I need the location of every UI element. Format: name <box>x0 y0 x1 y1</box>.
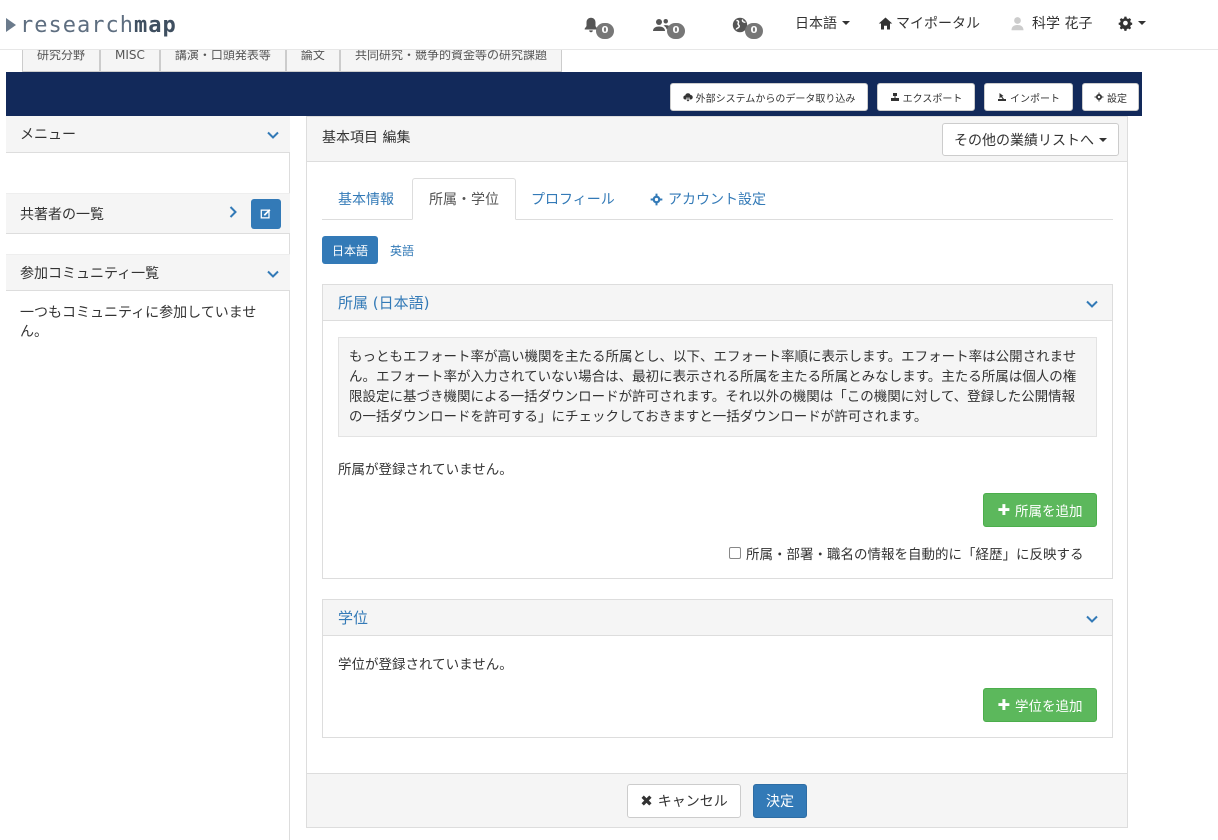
affiliation-panel-header[interactable]: 所属 (日本語) <box>323 285 1112 321</box>
section-tab-research-projects[interactable]: 共同研究・競争的資金等の研究課題 <box>339 50 562 72</box>
toolbar-settings-button[interactable]: 設定 <box>1082 83 1139 111</box>
sidebar-menu-title: メニュー <box>20 127 76 143</box>
tab-affiliation-degree[interactable]: 所属・学位 <box>412 178 516 220</box>
close-icon: ✖ <box>640 792 653 810</box>
settings-dropdown[interactable] <box>1118 13 1146 33</box>
degree-empty-text: 学位が登録されていません。 <box>338 657 513 673</box>
no-community-text: 一つもコミュニティに参加していません。 <box>20 305 257 340</box>
submit-button[interactable]: 決定 <box>753 784 807 818</box>
logo-triangle-icon <box>6 18 16 32</box>
caret-down-icon <box>1099 137 1107 142</box>
sidebar-communities-header[interactable]: 参加コミュニティ一覧 <box>6 254 290 291</box>
home-icon <box>878 17 893 29</box>
section-tab-misc[interactable]: MISC <box>100 50 160 72</box>
affiliation-note: もっともエフォート率が高い機関を主たる所属とし、以下、エフォート率順に表示します… <box>338 337 1097 437</box>
contacts-button[interactable]: 0 <box>653 12 685 39</box>
add-degree-button[interactable]: ✚ 学位を追加 <box>983 688 1097 722</box>
section-tab-papers[interactable]: 論文 <box>285 50 340 72</box>
contacts-badge: 0 <box>667 23 685 39</box>
left-sidebar: メニュー 共著者の一覧 参加コミュニティ一覧 一つもコミュニティに参加していませ… <box>6 116 290 840</box>
toolbar-settings-label: 設定 <box>1107 93 1127 105</box>
language-label: 日本語 <box>795 16 837 32</box>
chevron-down-icon <box>1086 615 1098 623</box>
cancel-label: キャンセル <box>657 794 728 810</box>
import-label: インポート <box>1010 93 1060 105</box>
caret-down-icon <box>1138 21 1146 25</box>
my-portal-link[interactable]: マイポータル <box>878 13 980 33</box>
degree-heading: 学位 <box>338 609 369 627</box>
edit-tabs: 基本情報 所属・学位 プロフィール アカウント設定 <box>322 178 1113 220</box>
add-degree-label: 学位を追加 <box>1015 699 1083 715</box>
sidebar-menu-header[interactable]: メニュー <box>6 116 290 153</box>
user-menu[interactable]: 科学 花子 <box>1010 13 1092 33</box>
import-button[interactable]: インポート <box>984 83 1073 111</box>
user-name: 科学 花子 <box>1032 16 1093 32</box>
export-button[interactable]: エクスポート <box>877 83 975 111</box>
cancel-button[interactable]: ✖ キャンセル <box>627 784 741 818</box>
section-tab-research-field[interactable]: 研究分野 <box>22 50 101 72</box>
chevron-down-icon <box>1086 300 1098 308</box>
logo-text-light: research <box>20 12 134 38</box>
my-portal-label: マイポータル <box>896 16 980 32</box>
plus-icon: ✚ <box>997 696 1011 714</box>
caret-down-icon <box>842 21 850 25</box>
page-title: 基本項目 編集 <box>322 130 411 146</box>
degree-panel-header[interactable]: 学位 <box>323 600 1112 636</box>
other-lists-label: その他の業績リストへ <box>954 132 1094 149</box>
sidebar-communities-title: 参加コミュニティ一覧 <box>20 265 160 282</box>
import-external-button[interactable]: 外部システムからのデータ取り込み <box>670 83 868 111</box>
lang-en-pill[interactable]: 英語 <box>384 236 420 264</box>
section-tab-presentations[interactable]: 講演・口頭発表等 <box>159 50 286 72</box>
tab-basic-info[interactable]: 基本情報 <box>322 178 410 220</box>
gear-icon <box>1094 92 1104 102</box>
tab-account-settings[interactable]: アカウント設定 <box>634 178 782 220</box>
edit-coauthors-button[interactable] <box>251 199 281 229</box>
cloud-download-icon <box>683 93 693 102</box>
section-tab-strip: 研究分野 MISC 講演・口頭発表等 論文 共同研究・競争的資金等の研究課題 <box>22 50 562 72</box>
tab-profile[interactable]: プロフィール <box>515 178 631 220</box>
notifications-button[interactable]: 0 <box>582 12 614 39</box>
reflect-career-label: 所属・部署・職名の情報を自動的に「経歴」に反映する <box>746 547 1084 563</box>
chevron-right-icon <box>229 206 237 218</box>
other-lists-dropdown[interactable]: その他の業績リストへ <box>942 123 1119 156</box>
add-affiliation-button[interactable]: ✚ 所属を追加 <box>983 493 1097 527</box>
gear-icon <box>650 193 663 205</box>
export-label: エクスポート <box>902 93 963 105</box>
gear-icon <box>1118 16 1133 31</box>
plus-icon: ✚ <box>997 501 1011 519</box>
logo-text-bold: map <box>133 12 177 38</box>
globe-badge: 0 <box>745 23 763 39</box>
user-avatar-icon <box>1011 16 1024 30</box>
notifications-badge: 0 <box>596 23 614 39</box>
tab-account-settings-label: アカウント設定 <box>668 192 766 208</box>
chevron-down-icon <box>267 270 279 278</box>
sidebar-coauthors-title: 共著者の一覧 <box>20 206 104 223</box>
reflect-career-checkbox[interactable] <box>729 547 741 559</box>
import-external-label: 外部システムからのデータ取り込み <box>695 93 856 105</box>
language-dropdown[interactable]: 日本語 <box>795 13 850 33</box>
reflect-career-option: 所属・部署・職名の情報を自動的に「経歴」に反映する <box>729 544 1084 563</box>
import-icon <box>998 93 1006 101</box>
add-affiliation-label: 所属を追加 <box>1015 504 1083 520</box>
researchmap-logo[interactable]: researchmap <box>6 11 177 39</box>
edit-icon <box>260 209 271 219</box>
affiliation-empty-text: 所属が登録されていません。 <box>338 462 513 478</box>
lang-ja-pill[interactable]: 日本語 <box>322 236 378 264</box>
globe-button[interactable]: 0 <box>731 12 763 39</box>
chevron-down-icon <box>267 131 279 139</box>
affiliation-heading: 所属 (日本語) <box>338 294 430 312</box>
sidebar-coauthors-header[interactable]: 共著者の一覧 <box>6 193 290 234</box>
export-icon <box>890 93 899 101</box>
